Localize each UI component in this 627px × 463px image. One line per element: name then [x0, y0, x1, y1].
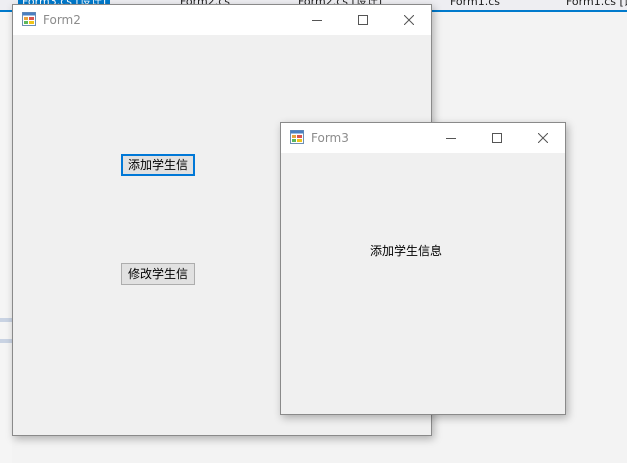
- form3-titlebar[interactable]: Form3: [281, 123, 565, 153]
- minimize-icon: [312, 20, 322, 21]
- close-button[interactable]: [520, 123, 566, 153]
- maximize-icon: [358, 15, 368, 25]
- add-student-info-label: 添加学生信息: [370, 244, 443, 258]
- close-icon: [538, 133, 548, 143]
- ide-tab-form1-design[interactable]: Form1.cs [设计]: [566, 0, 627, 8]
- ide-tab-form1-code[interactable]: Form1.cs: [450, 0, 500, 8]
- form2-titlebar[interactable]: Form2: [13, 5, 431, 35]
- form3-window[interactable]: Form3 添加学生信息: [280, 122, 566, 415]
- maximize-icon: [492, 133, 502, 143]
- edit-student-button[interactable]: 修改学生信: [121, 263, 195, 285]
- ide-gutter-marker: [0, 318, 12, 322]
- close-button[interactable]: [386, 5, 432, 35]
- ide-left-gutter: [0, 12, 12, 463]
- minimize-button[interactable]: [428, 123, 474, 153]
- ide-gutter-marker: [0, 339, 12, 343]
- winforms-app-icon: [290, 130, 304, 144]
- form2-title: Form2: [43, 13, 81, 27]
- close-icon: [404, 15, 414, 25]
- form3-title: Form3: [311, 131, 349, 145]
- maximize-button[interactable]: [474, 123, 520, 153]
- minimize-icon: [446, 138, 456, 139]
- add-student-button[interactable]: 添加学生信: [121, 154, 195, 176]
- winforms-app-icon: [22, 12, 36, 26]
- minimize-button[interactable]: [294, 5, 340, 35]
- maximize-button[interactable]: [340, 5, 386, 35]
